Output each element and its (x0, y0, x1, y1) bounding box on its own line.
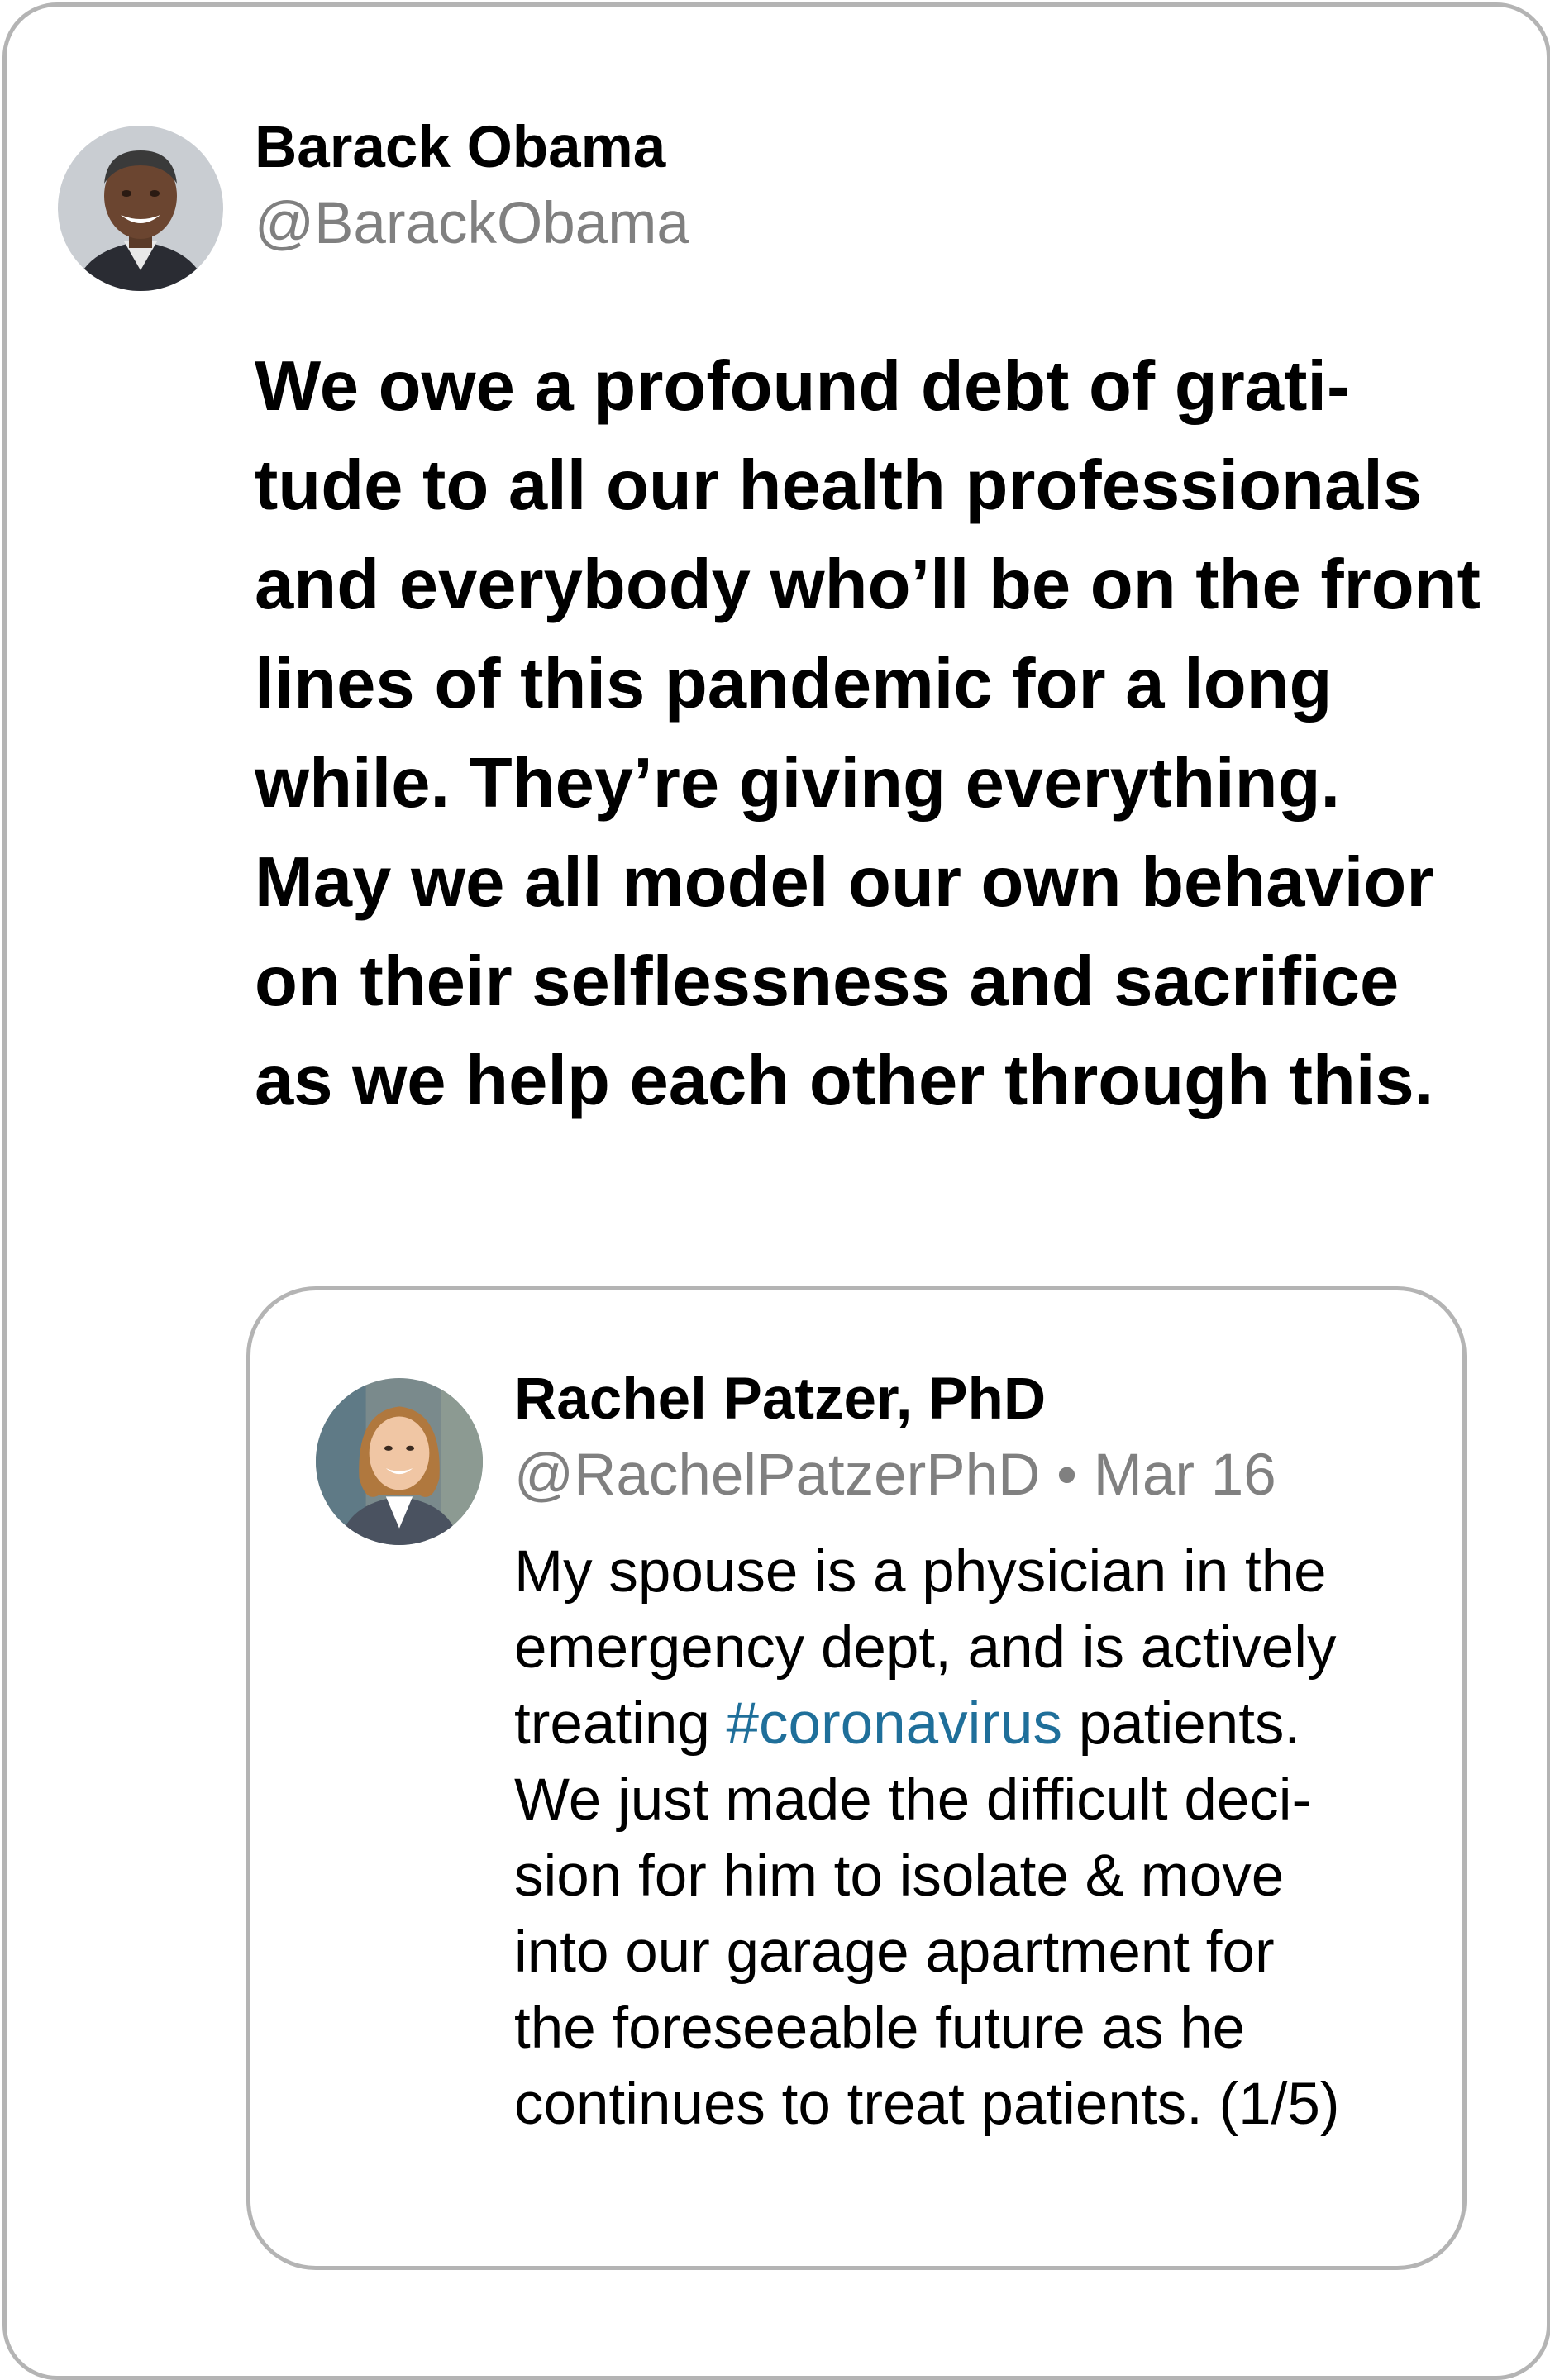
tweet-text-line: on their selflessness and sacrifice (255, 942, 1400, 1021)
avatar-photo-icon (58, 126, 223, 291)
quoted-author-avatar[interactable] (316, 1378, 483, 1545)
tweet-text-line: May we all model our own behavior (255, 843, 1434, 922)
tweet-text-line: We owe a profound debt of grati- (255, 347, 1351, 426)
quoted-text-line: My spouse is a physician in the (514, 1539, 1327, 1605)
tweet-text-line: lines of this pandemic for a long (255, 645, 1333, 723)
author-name[interactable]: Barack Obama (255, 112, 665, 183)
tweet-text-line: while. They’re giving everything. (255, 744, 1341, 823)
quoted-text-line: We just made the difficult deci- (514, 1767, 1312, 1833)
author-handle[interactable]: @BarackObama (255, 188, 689, 259)
avatar-photo-icon (316, 1378, 483, 1545)
tweet-text-line: tude to all our health professionals (255, 446, 1423, 525)
quoted-author-handle[interactable]: @RachelPatzerPhD (514, 1443, 1040, 1508)
quoted-text-line: the foreseeable future as he (514, 1996, 1246, 2061)
author-avatar[interactable] (58, 126, 223, 291)
quoted-text-line: continues to treat patients. (1/5) (514, 2072, 1340, 2137)
quoted-tweet-date[interactable]: Mar 16 (1094, 1443, 1276, 1508)
quoted-text-segment: treating (514, 1691, 727, 1757)
quoted-text-line: emergency dept, and is actively (514, 1615, 1337, 1681)
quoted-text-segment: patients. (1062, 1691, 1301, 1757)
quoted-author-name[interactable]: Rachel Patzer, PhD (514, 1364, 1046, 1434)
tweet-text-line: and everybody who’ll be on the front (255, 546, 1481, 624)
hashtag-link[interactable]: #coronavirus (727, 1691, 1062, 1757)
tweet-text: We owe a profound debt of grati- tude to… (255, 337, 1495, 1131)
quoted-text-line: sion for him to isolate & move (514, 1843, 1285, 1909)
meta-separator: • (1056, 1443, 1077, 1508)
quoted-author-meta: @RachelPatzerPhD • Mar 16 (514, 1440, 1276, 1510)
quoted-text-line: into our garage apartment for (514, 1920, 1275, 1985)
quoted-tweet-text: My spouse is a physician in the emergenc… (514, 1534, 1440, 2143)
tweet-text-line: as we help each other through this. (255, 1042, 1434, 1120)
quoted-text-line: treating #coronavirus patients. (514, 1686, 1440, 1762)
